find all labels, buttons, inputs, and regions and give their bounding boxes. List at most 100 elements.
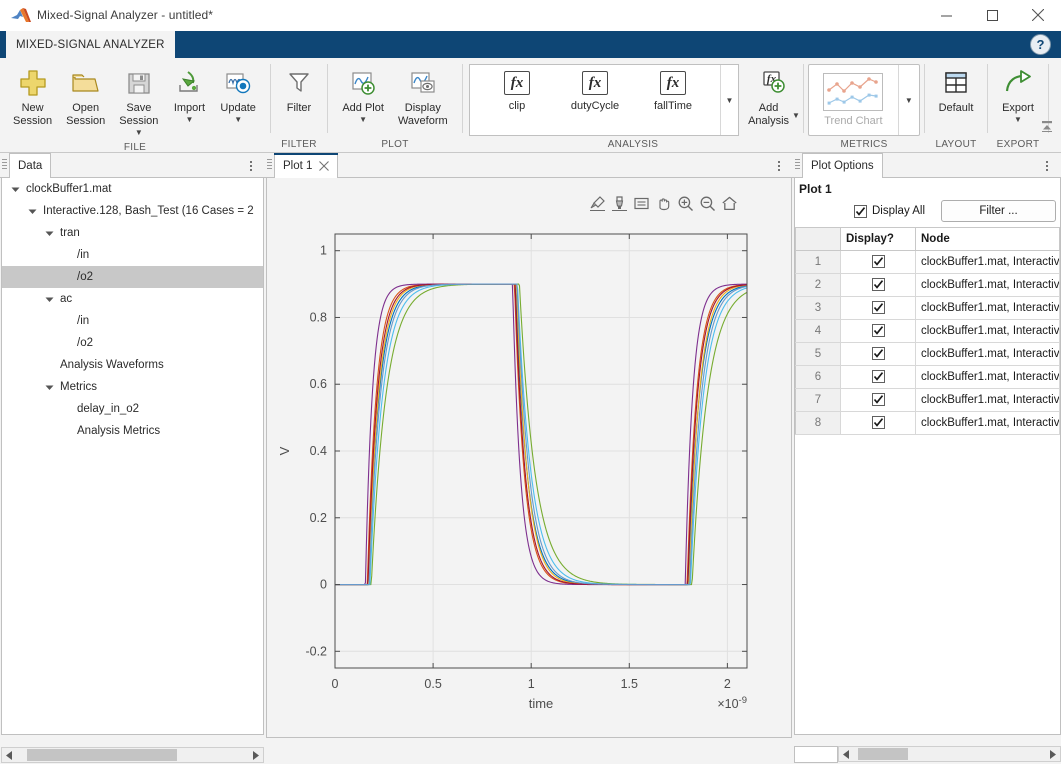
- tree-item[interactable]: Analysis Waveforms: [2, 354, 263, 376]
- scroll-right-arrow-icon[interactable]: [248, 748, 263, 762]
- table-row[interactable]: 3clockBuffer1.mat, Interactiv: [796, 297, 1060, 320]
- analysis-gallery-expand-button[interactable]: ▼: [720, 65, 738, 135]
- row-display-cell[interactable]: [841, 366, 916, 389]
- zoom-out-icon[interactable]: [698, 194, 717, 213]
- hscroll-track[interactable]: [854, 747, 1045, 761]
- hscroll-thumb[interactable]: [858, 748, 908, 760]
- analysis-item-dutycycle[interactable]: fx dutyCycle: [556, 71, 634, 112]
- pan-icon[interactable]: [654, 194, 673, 213]
- import-button[interactable]: Import ▼: [165, 64, 213, 126]
- data-tips-icon[interactable]: [632, 194, 651, 213]
- maximize-button[interactable]: [969, 0, 1015, 31]
- scroll-left-arrow-icon[interactable]: [839, 747, 854, 761]
- filter-dialog-button[interactable]: Filter ...: [941, 200, 1056, 222]
- add-plot-button[interactable]: Add Plot ▼: [335, 64, 391, 126]
- default-layout-button[interactable]: Default: [932, 64, 981, 117]
- display-waveform-button[interactable]: Display Waveform: [391, 64, 455, 130]
- chevron-down-icon[interactable]: ▼: [185, 116, 193, 124]
- trend-chart-button[interactable]: Trend Chart: [809, 65, 898, 135]
- restore-view-home-icon[interactable]: [720, 194, 739, 213]
- row-display-checkbox[interactable]: [872, 324, 885, 337]
- tree-item[interactable]: ac: [2, 288, 263, 310]
- tree-item[interactable]: Interactive.128, Bash_Test (16 Cases = 2: [2, 200, 263, 222]
- tree-item[interactable]: tran: [2, 222, 263, 244]
- new-session-button[interactable]: New Session: [6, 64, 59, 130]
- tree-item[interactable]: /in: [2, 244, 263, 266]
- tree-expander-icon[interactable]: [42, 383, 56, 392]
- table-row[interactable]: 1clockBuffer1.mat, Interactiv: [796, 251, 1060, 274]
- scroll-right-arrow-icon[interactable]: [1045, 747, 1060, 761]
- row-display-cell[interactable]: [841, 251, 916, 274]
- tree-item[interactable]: /o2: [2, 332, 263, 354]
- hscroll-track[interactable]: [17, 748, 248, 762]
- panel-drag-handle[interactable]: [793, 152, 802, 177]
- brush-data-icon[interactable]: [588, 194, 607, 213]
- data-panel-menu-button[interactable]: [243, 156, 259, 175]
- row-display-checkbox[interactable]: [872, 301, 885, 314]
- export-button[interactable]: Export ▼: [994, 64, 1042, 126]
- plot-panel-menu-button[interactable]: [771, 156, 787, 175]
- data-panel-hscrollbar[interactable]: [1, 747, 264, 763]
- row-display-cell[interactable]: [841, 320, 916, 343]
- tab-data[interactable]: Data: [9, 153, 51, 178]
- save-session-button[interactable]: Save Session ▼: [112, 64, 165, 139]
- row-display-cell[interactable]: [841, 389, 916, 412]
- zoom-in-icon[interactable]: [676, 194, 695, 213]
- table-row[interactable]: 4clockBuffer1.mat, Interactiv: [796, 320, 1060, 343]
- tree-expander-icon[interactable]: [25, 207, 39, 216]
- row-display-cell[interactable]: [841, 343, 916, 366]
- update-button[interactable]: Update ▼: [213, 64, 262, 126]
- panel-drag-handle[interactable]: [0, 152, 9, 177]
- row-display-cell[interactable]: [841, 412, 916, 435]
- waveform-axes[interactable]: -0.200.20.40.60.8100.511.52time×10-9V: [267, 218, 791, 737]
- chevron-down-icon[interactable]: ▼: [359, 116, 367, 124]
- row-display-checkbox[interactable]: [872, 347, 885, 360]
- tree-item[interactable]: /o2: [2, 266, 263, 288]
- metrics-gallery-expand-button[interactable]: ▼: [898, 65, 919, 135]
- row-display-checkbox[interactable]: [872, 416, 885, 429]
- plot-options-hscrollbar[interactable]: [838, 746, 1061, 762]
- table-row[interactable]: 7clockBuffer1.mat, Interactiv: [796, 389, 1060, 412]
- tree-expander-icon[interactable]: [42, 295, 56, 304]
- table-row[interactable]: 8clockBuffer1.mat, Interactiv: [796, 412, 1060, 435]
- tree-expander-icon[interactable]: [42, 229, 56, 238]
- chevron-down-icon[interactable]: ▼: [1014, 116, 1022, 124]
- chevron-down-icon[interactable]: ▼: [234, 116, 242, 124]
- row-display-checkbox[interactable]: [872, 370, 885, 383]
- table-row[interactable]: 5clockBuffer1.mat, Interactiv: [796, 343, 1060, 366]
- panel-drag-handle[interactable]: [265, 152, 274, 177]
- display-all-checkbox[interactable]: [854, 205, 867, 218]
- row-display-checkbox[interactable]: [872, 393, 885, 406]
- tab-plot-options[interactable]: Plot Options: [802, 153, 883, 178]
- chevron-down-icon[interactable]: ▼: [135, 129, 143, 137]
- row-display-checkbox[interactable]: [872, 278, 885, 291]
- help-button[interactable]: ?: [1030, 34, 1051, 55]
- tree-item[interactable]: clockBuffer1.mat: [2, 178, 263, 200]
- tree-item[interactable]: /in: [2, 310, 263, 332]
- row-display-cell[interactable]: [841, 274, 916, 297]
- add-analysis-button[interactable]: fx Add Analysis ▼: [745, 64, 803, 130]
- tab-plot-1[interactable]: Plot 1: [274, 153, 338, 178]
- tab-mixed-signal-analyzer[interactable]: MIXED-SIGNAL ANALYZER: [6, 31, 175, 58]
- analysis-item-clip[interactable]: fx clip: [478, 71, 556, 112]
- minimize-button[interactable]: [923, 0, 969, 31]
- tree-item[interactable]: Metrics: [2, 376, 263, 398]
- chevron-down-icon[interactable]: ▼: [792, 109, 800, 122]
- open-session-button[interactable]: Open Session: [59, 64, 112, 130]
- filter-button[interactable]: Filter: [275, 64, 323, 117]
- tree-item[interactable]: delay_in_o2: [2, 398, 263, 420]
- row-display-cell[interactable]: [841, 297, 916, 320]
- data-tree[interactable]: clockBuffer1.matInteractive.128, Bash_Te…: [1, 178, 264, 735]
- table-row[interactable]: 6clockBuffer1.mat, Interactiv: [796, 366, 1060, 389]
- plot-options-menu-button[interactable]: [1039, 156, 1055, 175]
- collapse-ribbon-button[interactable]: [1039, 118, 1055, 134]
- tree-expander-icon[interactable]: [8, 185, 22, 194]
- row-display-checkbox[interactable]: [872, 255, 885, 268]
- tree-item[interactable]: Analysis Metrics: [2, 420, 263, 442]
- close-icon[interactable]: [319, 161, 329, 171]
- data-brush-icon[interactable]: [610, 194, 629, 213]
- display-all-toggle[interactable]: Display All: [854, 205, 925, 218]
- close-button[interactable]: [1015, 0, 1061, 31]
- hscroll-thumb[interactable]: [27, 749, 177, 761]
- table-row[interactable]: 2clockBuffer1.mat, Interactiv: [796, 274, 1060, 297]
